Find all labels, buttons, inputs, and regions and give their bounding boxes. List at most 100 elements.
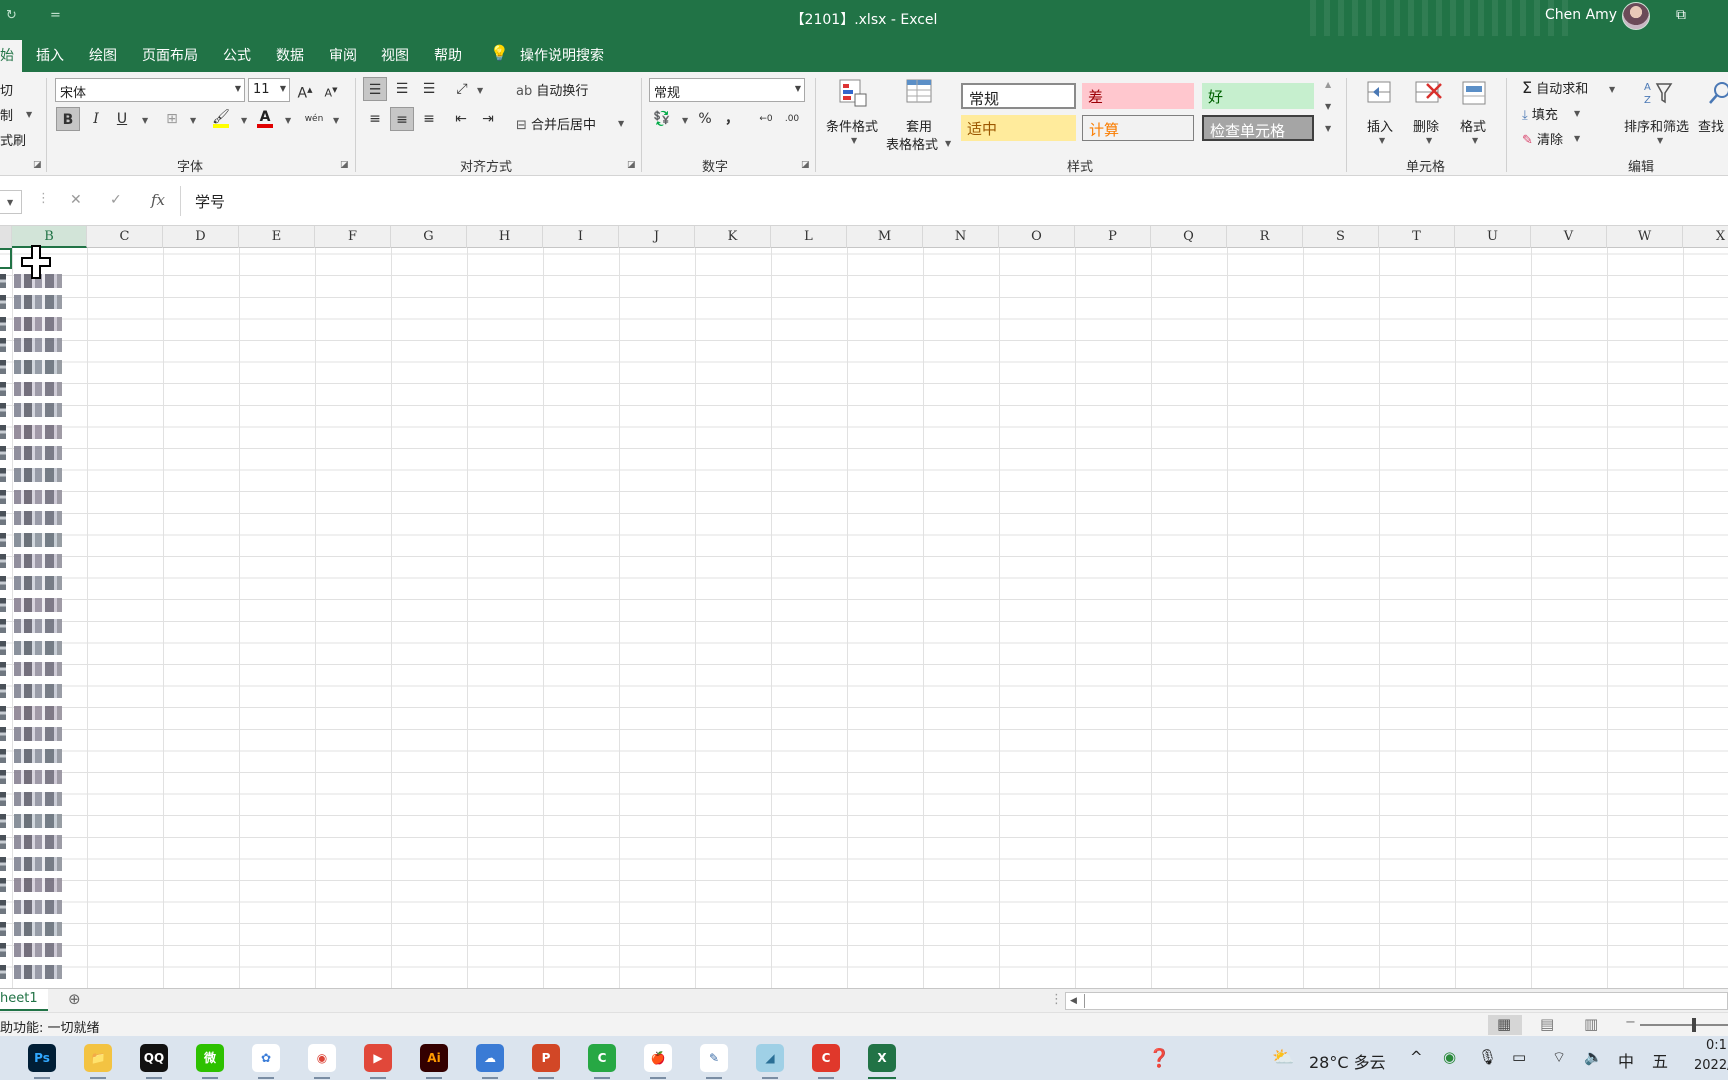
ribbon-display-options-icon[interactable]: ⧉ (1676, 7, 1686, 23)
chevron-down-icon[interactable]: ▼ (333, 116, 339, 125)
horizontal-scrollbar[interactable]: ◀ (1065, 992, 1728, 1010)
insert-cells-button[interactable]: 插入 (1367, 116, 1393, 135)
volume-icon[interactable]: 🔈 (1584, 1048, 1603, 1066)
find-select-icon[interactable] (1708, 78, 1728, 108)
align-left-icon[interactable]: ≡ (363, 107, 387, 131)
tell-me-search[interactable]: 操作说明搜索 (520, 45, 604, 65)
wrap-text-button[interactable]: ab 自动换行 (516, 80, 588, 99)
delete-cells-icon[interactable] (1413, 78, 1443, 108)
worksheet-grid[interactable]: B C D E F G H I J K L M N O P Q R S T U … (0, 226, 1728, 988)
help-icon[interactable]: ❓ (1148, 1048, 1170, 1069)
accounting-format-icon[interactable]: 💱 (650, 107, 674, 131)
autosum-button[interactable]: Σ 自动求和 (1522, 78, 1588, 97)
chevron-down-icon[interactable]: ▼ (285, 116, 291, 125)
column-header[interactable]: N (923, 226, 999, 248)
zoom-slider[interactable] (1640, 1024, 1728, 1026)
chevron-down-icon[interactable]: ▼ (26, 110, 32, 119)
accessibility-status[interactable]: 助功能: 一切就绪 (0, 1017, 100, 1036)
number-format-combo[interactable]: 常规 ▼ (649, 78, 805, 102)
column-header[interactable]: P (1075, 226, 1151, 248)
insert-cells-icon[interactable] (1365, 78, 1395, 108)
zoom-out-icon[interactable]: − (1625, 1015, 1636, 1030)
taskbar-app-icon[interactable]: ◢ (756, 1044, 784, 1072)
merge-center-button[interactable]: ⊟ 合并后居中 (516, 114, 596, 133)
column-header[interactable]: M (847, 226, 923, 248)
taskbar-app-icon[interactable]: P (532, 1044, 560, 1072)
column-header[interactable]: S (1303, 226, 1379, 248)
column-header[interactable]: G (391, 226, 467, 248)
font-size-combo[interactable]: 11 ▼ (248, 78, 290, 102)
increase-indent-icon[interactable]: ⇥ (476, 107, 500, 131)
bold-button[interactable]: B (56, 107, 80, 131)
column-header[interactable]: V (1531, 226, 1607, 248)
align-right-icon[interactable]: ≡ (417, 107, 441, 131)
cut-button[interactable]: 切 (0, 80, 13, 99)
format-cells-icon[interactable] (1459, 78, 1489, 108)
column-header[interactable]: X (1683, 226, 1728, 248)
clock-date[interactable]: 2022/ (1694, 1058, 1728, 1073)
ime-mode[interactable]: 五 (1652, 1048, 1668, 1072)
column-header[interactable]: L (771, 226, 847, 248)
chevron-down-icon[interactable]: ▼ (1574, 134, 1580, 143)
taskbar-app-icon[interactable]: 📁 (84, 1044, 112, 1072)
column-header[interactable]: J (619, 226, 695, 248)
show-hidden-icons-icon[interactable]: ^ (1410, 1048, 1423, 1066)
font-color-icon[interactable]: A (253, 105, 277, 129)
decrease-decimal-button[interactable]: .00 (780, 107, 804, 131)
tab-insert[interactable]: 插入 (36, 45, 64, 65)
tray-app-icon[interactable]: ◉ (1443, 1048, 1456, 1066)
column-header[interactable]: R (1227, 226, 1303, 248)
column-header[interactable]: D (163, 226, 239, 248)
decrease-indent-icon[interactable]: ⇤ (449, 107, 473, 131)
format-as-table-label-2[interactable]: 表格格式 (886, 134, 938, 153)
column-header[interactable]: E (239, 226, 315, 248)
dialog-launcher-icon[interactable]: ◪ (801, 160, 810, 170)
name-box[interactable]: ▼ (0, 190, 22, 214)
styles-scroll-down-icon[interactable]: ▼ (1325, 102, 1331, 111)
tab-data[interactable]: 数据 (276, 45, 304, 65)
wifi-icon[interactable]: ⌔ (1552, 1048, 1566, 1067)
chevron-down-icon[interactable]: ▼ (7, 198, 13, 207)
avatar[interactable] (1622, 2, 1650, 30)
chevron-down-icon[interactable]: ▼ (1379, 136, 1385, 145)
add-sheet-icon[interactable]: ⊕ (68, 990, 81, 1008)
zoom-slider-thumb[interactable] (1692, 1018, 1696, 1032)
column-header[interactable]: C (87, 226, 163, 248)
column-header[interactable]: I (543, 226, 619, 248)
taskbar-app-icon[interactable]: 🍎 (644, 1044, 672, 1072)
cell-style-check-cell[interactable]: 检查单元格 (1202, 115, 1314, 141)
increase-font-size-button[interactable]: A▲ (293, 78, 317, 102)
cell-style-neutral[interactable]: 适中 (961, 115, 1076, 141)
fill-button[interactable]: ⤓ 填充 (1522, 104, 1558, 123)
tab-formulas[interactable]: 公式 (223, 45, 251, 65)
taskbar-app-icon[interactable]: ✎ (700, 1044, 728, 1072)
chevron-down-icon[interactable]: ▼ (241, 116, 247, 125)
fill-color-icon[interactable]: 🖌 (209, 105, 233, 129)
format-as-table-label-1[interactable]: 套用 (906, 116, 932, 135)
font-name-combo[interactable]: 宋体 ▼ (55, 78, 245, 102)
scroll-left-icon[interactable]: ◀ (1070, 996, 1077, 1006)
weather-text[interactable]: 28°C 多云 (1309, 1049, 1386, 1073)
page-layout-view-icon[interactable]: ▤ (1540, 1015, 1554, 1033)
taskbar-app-icon[interactable]: 微 (196, 1044, 224, 1072)
account-name[interactable]: Chen Amy (1545, 7, 1617, 23)
phonetic-guide-icon[interactable]: wén (302, 107, 326, 131)
insert-function-button[interactable]: fx (151, 191, 165, 209)
increase-decimal-button[interactable]: ←0 (754, 107, 778, 131)
chevron-down-icon[interactable]: ▼ (190, 116, 196, 125)
decrease-font-size-button[interactable]: A▼ (319, 78, 343, 102)
find-select-button[interactable]: 查找 (1698, 116, 1724, 135)
tab-view[interactable]: 视图 (381, 45, 409, 65)
align-center-icon[interactable]: ≡ (390, 107, 414, 131)
selected-cell[interactable] (0, 248, 12, 269)
cell-style-bad[interactable]: 差 (1082, 83, 1194, 109)
underline-button[interactable]: U (110, 107, 134, 131)
copy-button[interactable]: 制 (0, 105, 13, 124)
normal-view-button[interactable]: ▦ (1488, 1015, 1522, 1035)
scrollbar-thumb[interactable] (1084, 994, 1724, 1008)
taskbar-app-icon[interactable]: C (588, 1044, 616, 1072)
cell-style-good[interactable]: 好 (1202, 83, 1314, 109)
tab-review[interactable]: 审阅 (329, 45, 357, 65)
taskbar-app-icon[interactable]: Ps (28, 1044, 56, 1072)
chevron-down-icon[interactable]: ▼ (1609, 85, 1615, 94)
